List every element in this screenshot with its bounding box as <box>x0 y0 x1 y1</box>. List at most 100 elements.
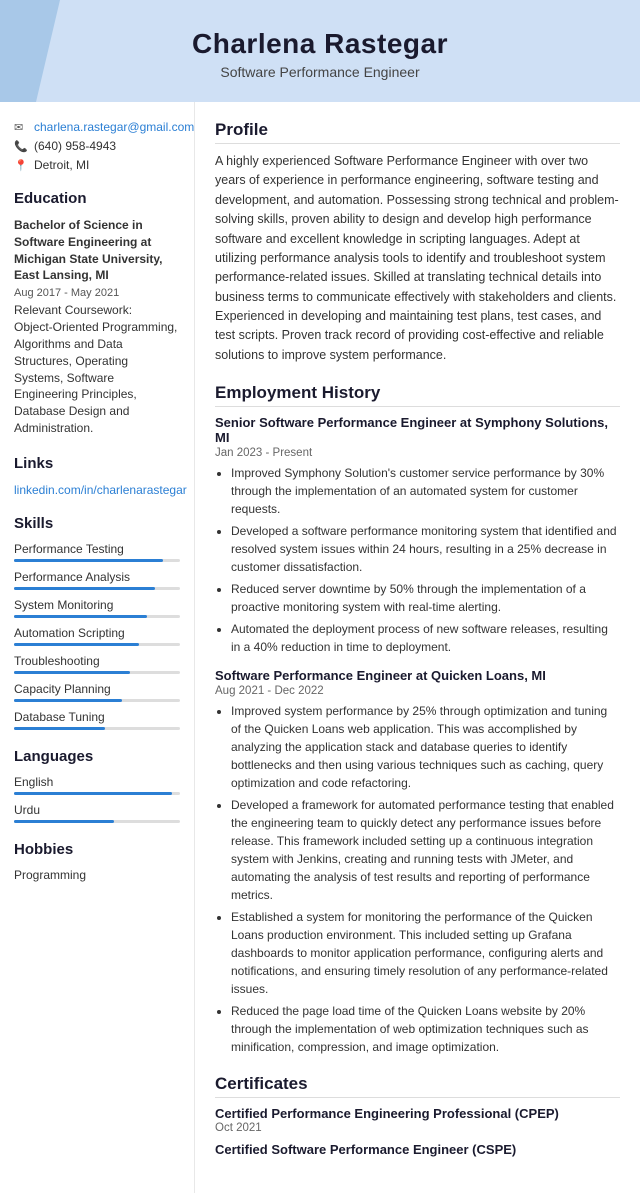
job-bullet: Reduced the page load time of the Quicke… <box>231 1002 620 1056</box>
skills-section: Skills Performance Testing Performance A… <box>14 515 180 730</box>
education-section-title: Education <box>14 190 180 207</box>
education-courses: Object-Oriented Programming, Algorithms … <box>14 319 180 437</box>
skill-item: Automation Scripting <box>14 626 180 646</box>
body-layout: ✉ charlena.rastegar@gmail.com 📞 (640) 95… <box>0 102 640 1193</box>
skill-item: Database Tuning <box>14 710 180 730</box>
hobby-item: Programming <box>14 868 180 882</box>
skill-bar-fill <box>14 643 139 646</box>
candidate-name: Charlena Rastegar <box>20 28 620 60</box>
language-name: Urdu <box>14 803 180 817</box>
hobbies-section-title: Hobbies <box>14 841 180 858</box>
profile-section: Profile A highly experienced Software Pe… <box>215 120 620 365</box>
language-bar-bg <box>14 820 180 823</box>
links-section-title: Links <box>14 455 180 472</box>
employment-section-title: Employment History <box>215 383 620 407</box>
skill-item: Performance Testing <box>14 542 180 562</box>
education-section: Education Bachelor of Science in Softwar… <box>14 190 180 437</box>
skill-name: Automation Scripting <box>14 626 180 640</box>
skill-bar-bg <box>14 559 180 562</box>
skill-bar-bg <box>14 587 180 590</box>
job-bullet: Improved system performance by 25% throu… <box>231 702 620 792</box>
cert-entry: Certified Software Performance Engineer … <box>215 1142 620 1157</box>
employment-section: Employment History Senior Software Perfo… <box>215 383 620 1056</box>
profile-text: A highly experienced Software Performanc… <box>215 152 620 365</box>
job-bullet: Improved Symphony Solution's customer se… <box>231 464 620 518</box>
skill-bar-fill <box>14 559 163 562</box>
skill-item: Troubleshooting <box>14 654 180 674</box>
job-date: Jan 2023 - Present <box>215 447 620 459</box>
location-item: 📍 Detroit, MI <box>14 158 180 172</box>
skill-bar-fill <box>14 727 105 730</box>
skill-name: Performance Analysis <box>14 570 180 584</box>
profile-section-title: Profile <box>215 120 620 144</box>
location-icon: 📍 <box>14 159 28 172</box>
cert-entry: Certified Performance Engineering Profes… <box>215 1106 620 1134</box>
job-bullets: Improved system performance by 25% throu… <box>215 702 620 1056</box>
skills-section-title: Skills <box>14 515 180 532</box>
job-bullet: Developed a software performance monitor… <box>231 522 620 576</box>
phone-icon: 📞 <box>14 140 28 153</box>
job-bullets: Improved Symphony Solution's customer se… <box>215 464 620 656</box>
languages-section-title: Languages <box>14 748 180 765</box>
language-item: Urdu <box>14 803 180 823</box>
candidate-title: Software Performance Engineer <box>20 64 620 80</box>
job-entry: Software Performance Engineer at Quicken… <box>215 668 620 1056</box>
skill-bar-bg <box>14 727 180 730</box>
job-bullet: Established a system for monitoring the … <box>231 908 620 998</box>
language-bar-fill <box>14 820 114 823</box>
job-title: Senior Software Performance Engineer at … <box>215 415 620 445</box>
education-date: Aug 2017 - May 2021 <box>14 287 180 299</box>
skill-item: Capacity Planning <box>14 682 180 702</box>
jobs-list: Senior Software Performance Engineer at … <box>215 415 620 1056</box>
header: Charlena Rastegar Software Performance E… <box>0 0 640 102</box>
skill-bar-fill <box>14 615 147 618</box>
skill-bar-bg <box>14 643 180 646</box>
education-courses-label: Relevant Coursework: <box>14 303 180 317</box>
phone-number: (640) 958-4943 <box>34 139 116 153</box>
phone-item: 📞 (640) 958-4943 <box>14 139 180 153</box>
skill-bar-bg <box>14 699 180 702</box>
skill-name: Performance Testing <box>14 542 180 556</box>
languages-list: English Urdu <box>14 775 180 823</box>
skill-bar-bg <box>14 671 180 674</box>
language-bar-bg <box>14 792 180 795</box>
main-content: Profile A highly experienced Software Pe… <box>195 102 640 1193</box>
job-bullet: Developed a framework for automated perf… <box>231 796 620 904</box>
contact-section: ✉ charlena.rastegar@gmail.com 📞 (640) 95… <box>14 120 180 172</box>
job-entry: Senior Software Performance Engineer at … <box>215 415 620 656</box>
cert-name: Certified Software Performance Engineer … <box>215 1142 620 1157</box>
hobbies-section: Hobbies Programming <box>14 841 180 882</box>
skill-bar-bg <box>14 615 180 618</box>
job-bullet: Automated the deployment process of new … <box>231 620 620 656</box>
email-item: ✉ charlena.rastegar@gmail.com <box>14 120 180 134</box>
skill-name: Capacity Planning <box>14 682 180 696</box>
location-text: Detroit, MI <box>34 158 89 172</box>
cert-date: Oct 2021 <box>215 1122 620 1134</box>
links-section: Links linkedin.com/in/charlenarastegar <box>14 455 180 497</box>
sidebar: ✉ charlena.rastegar@gmail.com 📞 (640) 95… <box>0 102 195 1193</box>
cert-name: Certified Performance Engineering Profes… <box>215 1106 620 1121</box>
job-date: Aug 2021 - Dec 2022 <box>215 685 620 697</box>
language-bar-fill <box>14 792 172 795</box>
skill-bar-fill <box>14 587 155 590</box>
linkedin-link[interactable]: linkedin.com/in/charlenarastegar <box>14 483 187 497</box>
skill-item: Performance Analysis <box>14 570 180 590</box>
skill-name: Troubleshooting <box>14 654 180 668</box>
skill-bar-fill <box>14 671 130 674</box>
certificates-section: Certificates Certified Performance Engin… <box>215 1074 620 1157</box>
skill-bar-fill <box>14 699 122 702</box>
email-link[interactable]: charlena.rastegar@gmail.com <box>34 120 194 134</box>
language-item: English <box>14 775 180 795</box>
languages-section: Languages English Urdu <box>14 748 180 823</box>
email-icon: ✉ <box>14 121 28 134</box>
hobbies-list: Programming <box>14 868 180 882</box>
job-title: Software Performance Engineer at Quicken… <box>215 668 620 683</box>
skill-item: System Monitoring <box>14 598 180 618</box>
skills-list: Performance Testing Performance Analysis… <box>14 542 180 730</box>
skill-name: Database Tuning <box>14 710 180 724</box>
skill-name: System Monitoring <box>14 598 180 612</box>
job-bullet: Reduced server downtime by 50% through t… <box>231 580 620 616</box>
education-degree: Bachelor of Science in Software Engineer… <box>14 217 180 284</box>
certificates-section-title: Certificates <box>215 1074 620 1098</box>
language-name: English <box>14 775 180 789</box>
